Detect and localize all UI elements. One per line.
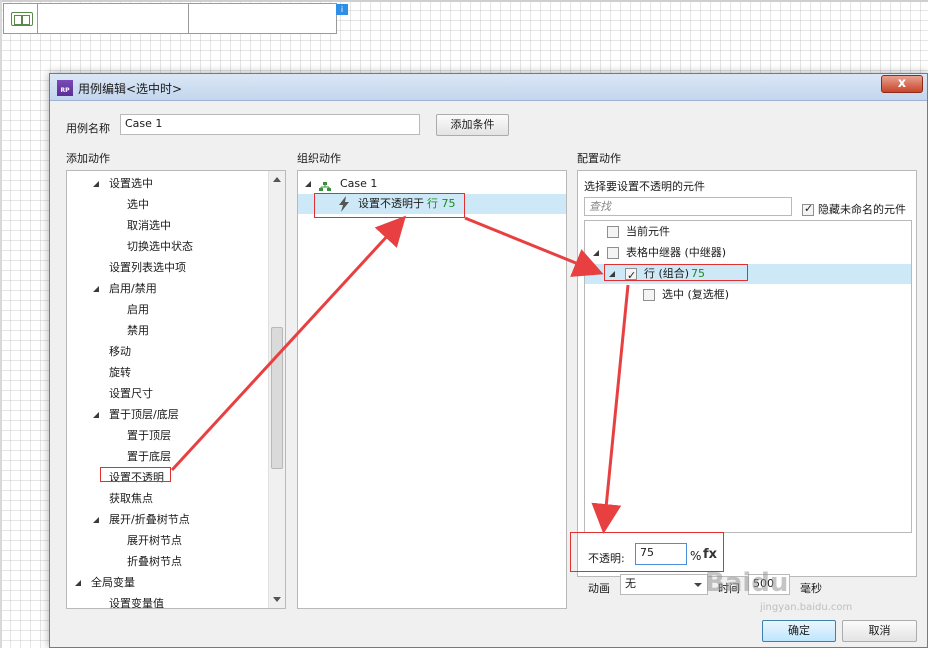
baidu-watermark-url: jingyan.baidu.com xyxy=(760,602,853,613)
baidu-watermark-logo: Baidu xyxy=(705,568,789,598)
arrow-to-opacity xyxy=(591,284,630,534)
annotation-arrows xyxy=(170,215,630,534)
arrow-to-organize xyxy=(170,215,407,472)
arrow-to-widget xyxy=(464,216,604,277)
